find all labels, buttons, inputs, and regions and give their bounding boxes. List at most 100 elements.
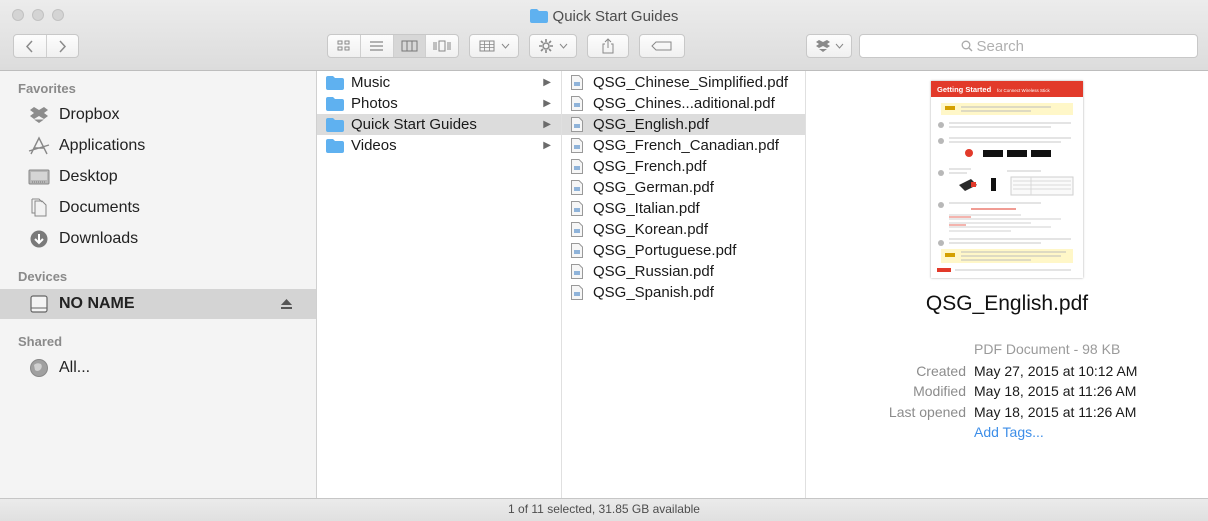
chevron-down-icon bbox=[835, 43, 843, 49]
list-view-button[interactable] bbox=[361, 35, 394, 57]
sidebar-item-documents[interactable]: Documents bbox=[0, 193, 316, 223]
pdf-file-icon bbox=[571, 285, 583, 300]
forward-button[interactable] bbox=[47, 35, 79, 57]
list-view-icon bbox=[370, 41, 384, 51]
column-view-button[interactable] bbox=[393, 35, 427, 57]
sidebar-item-all[interactable]: All... bbox=[0, 353, 316, 383]
list-item-label: QSG_German.pdf bbox=[593, 179, 714, 196]
list-item-label: QSG_English.pdf bbox=[593, 116, 709, 133]
sidebar-item-applications[interactable]: Applications bbox=[0, 131, 316, 161]
folder-icon bbox=[326, 96, 344, 111]
sidebar-section-devices: Devices bbox=[18, 269, 68, 284]
list-item[interactable]: QSG_Italian.pdf bbox=[562, 198, 805, 219]
last-opened-value: May 18, 2015 at 11:26 AM bbox=[974, 404, 1137, 420]
list-item[interactable]: QSG_Chines...aditional.pdf bbox=[562, 93, 805, 114]
list-item-label: QSG_Portuguese.pdf bbox=[593, 242, 737, 259]
modified-label: Modified bbox=[913, 383, 966, 399]
list-item-label: Videos bbox=[351, 137, 397, 154]
list-item-videos[interactable]: Videos ▶ bbox=[317, 135, 561, 156]
pdf-file-icon bbox=[571, 138, 583, 153]
eject-icon[interactable] bbox=[281, 297, 292, 312]
list-item-label: QSG_Korean.pdf bbox=[593, 221, 709, 238]
pdf-file-icon bbox=[571, 180, 583, 195]
pdf-file-icon bbox=[571, 201, 583, 216]
list-item[interactable]: QSG_Portuguese.pdf bbox=[562, 240, 805, 261]
list-item[interactable]: QSG_English.pdf bbox=[562, 114, 805, 135]
list-item[interactable]: QSG_Chinese_Simplified.pdf bbox=[562, 72, 805, 93]
sidebar: Favorites Dropbox Applications Desktop D… bbox=[0, 71, 317, 498]
nav-buttons bbox=[13, 34, 79, 58]
sidebar-item-label: All... bbox=[59, 359, 91, 376]
coverflow-view-icon bbox=[433, 40, 451, 52]
column-view-icon bbox=[401, 40, 418, 52]
list-item-label: QSG_Chines...aditional.pdf bbox=[593, 95, 775, 112]
list-item-label: QSG_Spanish.pdf bbox=[593, 284, 714, 301]
sidebar-item-no-name[interactable]: NO NAME bbox=[0, 289, 316, 319]
gear-icon bbox=[539, 39, 553, 53]
disclosure-arrow-icon: ▶ bbox=[543, 119, 551, 130]
list-item[interactable]: QSG_German.pdf bbox=[562, 177, 805, 198]
desktop-icon bbox=[28, 166, 50, 188]
window-title: Quick Start Guides bbox=[552, 8, 679, 25]
document-thumbnail-graphic: Getting Started for Connect Wireless Sti… bbox=[931, 81, 1083, 272]
dropbox-toolbar-button[interactable] bbox=[806, 34, 852, 58]
status-bar: 1 of 11 selected, 31.85 GB available bbox=[0, 498, 1208, 521]
dropbox-icon bbox=[28, 104, 50, 126]
grid-icon bbox=[479, 40, 494, 52]
share-button[interactable] bbox=[587, 34, 629, 58]
modified-value: May 18, 2015 at 11:26 AM bbox=[974, 383, 1137, 399]
list-item-label: Music bbox=[351, 74, 391, 91]
created-value: May 27, 2015 at 10:12 AM bbox=[974, 363, 1138, 379]
list-item-label: QSG_Russian.pdf bbox=[593, 263, 714, 280]
list-item-label: QSG_French_Canadian.pdf bbox=[593, 137, 779, 154]
action-button[interactable] bbox=[529, 34, 577, 58]
folder-icon bbox=[326, 117, 344, 132]
share-icon bbox=[602, 38, 614, 54]
sidebar-item-dropbox[interactable]: Dropbox bbox=[0, 100, 316, 130]
disclosure-arrow-icon: ▶ bbox=[543, 98, 551, 109]
disclosure-arrow-icon: ▶ bbox=[543, 77, 551, 88]
chevron-down-icon bbox=[501, 43, 509, 49]
search-input[interactable] bbox=[976, 37, 1097, 55]
list-item[interactable]: QSG_Spanish.pdf bbox=[562, 282, 805, 303]
list-item-quick-start-guides[interactable]: Quick Start Guides ▶ bbox=[317, 114, 561, 135]
list-item-label: QSG_French.pdf bbox=[593, 158, 707, 175]
pdf-file-icon bbox=[571, 264, 583, 279]
sidebar-item-downloads[interactable]: Downloads bbox=[0, 224, 316, 254]
pdf-file-icon bbox=[571, 243, 583, 258]
sidebar-section-favorites: Favorites bbox=[18, 81, 76, 96]
list-item[interactable]: QSG_Korean.pdf bbox=[562, 219, 805, 240]
column-folders: Music ▶ Photos ▶ Quick Start Guides ▶ Vi… bbox=[317, 71, 562, 498]
thumbnail-subtitle: for Connect Wireless Stick bbox=[997, 88, 1051, 93]
chevron-down-icon bbox=[559, 43, 568, 49]
chevron-left-icon bbox=[26, 39, 33, 53]
chevron-right-icon bbox=[59, 39, 66, 53]
list-item[interactable]: QSG_French_Canadian.pdf bbox=[562, 135, 805, 156]
icon-view-icon bbox=[337, 40, 350, 51]
finder-window: Quick Start Guides Search Favorites Drop… bbox=[0, 0, 1208, 521]
search-field[interactable] bbox=[859, 34, 1198, 58]
sidebar-item-label: Desktop bbox=[59, 168, 118, 185]
downloads-icon bbox=[28, 228, 50, 250]
list-item-label: Quick Start Guides bbox=[351, 116, 477, 133]
last-opened-label: Last opened bbox=[888, 404, 966, 420]
back-button[interactable] bbox=[14, 35, 47, 57]
list-item-music[interactable]: Music ▶ bbox=[317, 72, 561, 93]
arrange-button[interactable] bbox=[469, 34, 519, 58]
tag-icon bbox=[651, 41, 672, 51]
add-tags-link[interactable]: Add Tags... bbox=[974, 424, 1044, 440]
folder-icon bbox=[326, 75, 344, 90]
window-title-area: Quick Start Guides bbox=[0, 8, 1208, 28]
edit-tags-button[interactable] bbox=[639, 34, 685, 58]
list-item[interactable]: QSG_Russian.pdf bbox=[562, 261, 805, 282]
list-item-photos[interactable]: Photos ▶ bbox=[317, 93, 561, 114]
sidebar-item-desktop[interactable]: Desktop bbox=[0, 162, 316, 192]
pdf-file-icon bbox=[571, 159, 583, 174]
drive-icon bbox=[28, 293, 50, 315]
network-icon bbox=[28, 357, 50, 379]
icon-view-button[interactable] bbox=[328, 35, 361, 57]
list-item[interactable]: QSG_French.pdf bbox=[562, 156, 805, 177]
coverflow-view-button[interactable] bbox=[426, 35, 458, 57]
pdf-file-icon bbox=[571, 75, 583, 90]
document-thumbnail[interactable]: Getting Started for Connect Wireless Sti… bbox=[931, 81, 1083, 278]
